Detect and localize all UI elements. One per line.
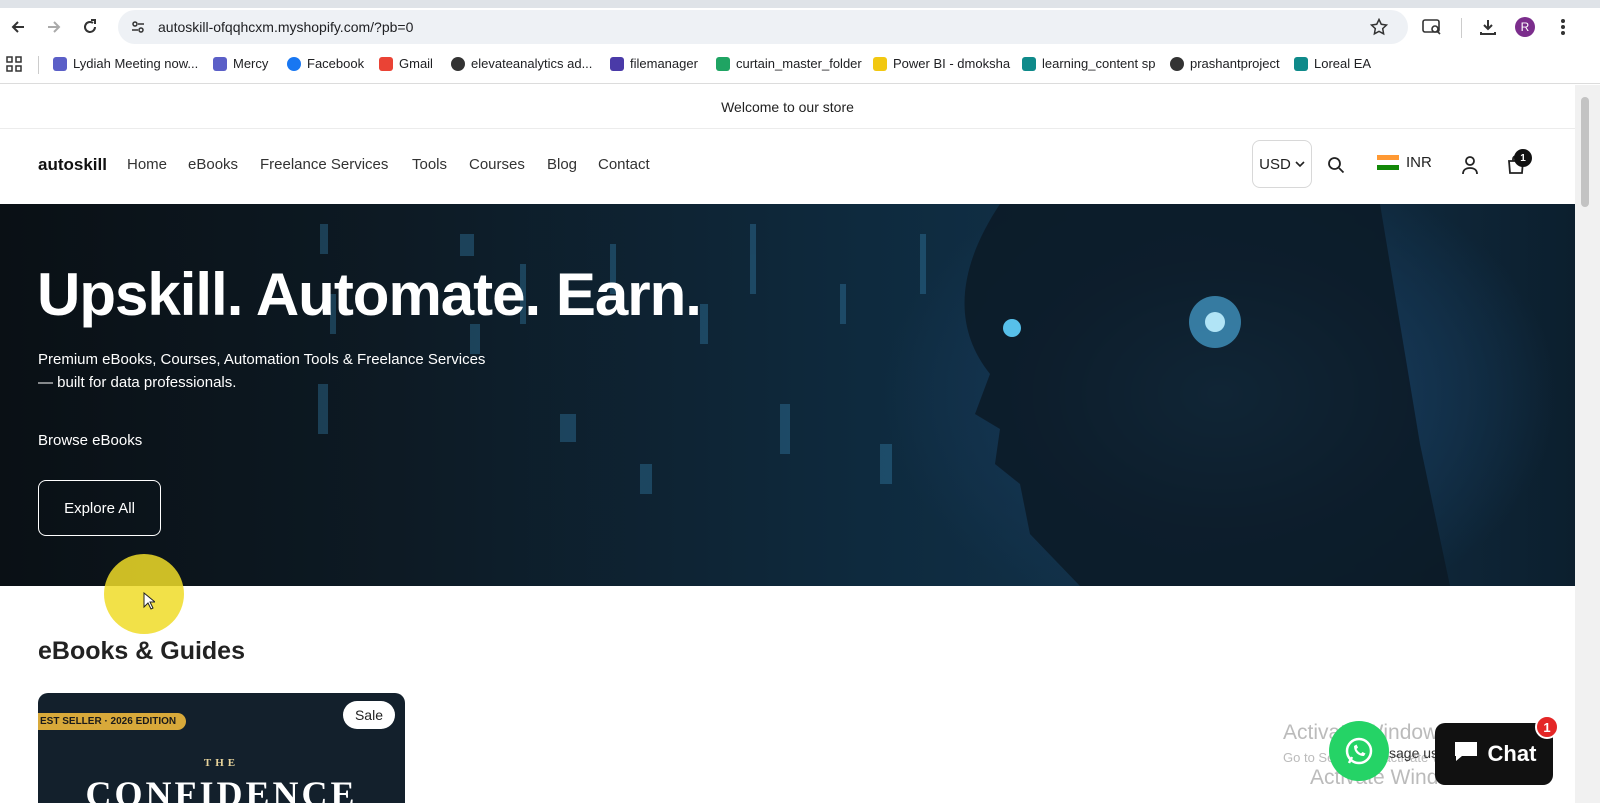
- browser-toolbar: autoskill-ofqqhcxm.myshopify.com/?pb=0 R: [0, 8, 1600, 46]
- bookmark-item[interactable]: Facebook: [287, 56, 364, 71]
- hero-banner: Upskill. Automate. Earn. Premium eBooks,…: [0, 204, 1575, 586]
- apps-grid-icon[interactable]: [6, 56, 22, 77]
- mouse-pointer-icon: [143, 592, 155, 610]
- currency-selector[interactable]: USD: [1252, 140, 1312, 188]
- site-info-icon[interactable]: [130, 19, 146, 40]
- country-selector[interactable]: INR: [1377, 154, 1432, 171]
- teams-icon: [213, 56, 227, 71]
- product-ribbon: EST SELLER · 2026 EDITION: [38, 713, 187, 730]
- power-bi-icon: [873, 56, 887, 71]
- country-currency: INR: [1406, 154, 1432, 171]
- bookmark-item[interactable]: Power BI - dmoksha: [873, 56, 1010, 71]
- explore-all-button[interactable]: Explore All: [38, 480, 161, 536]
- page-scrollbar[interactable]: [1575, 85, 1600, 803]
- sale-badge: Sale: [342, 701, 395, 729]
- google-lens-icon[interactable]: [1421, 16, 1443, 38]
- bookmarks-bar: Lydiah Meeting now... Mercy Facebook Gma…: [0, 46, 1600, 84]
- bookmark-label: Loreal EA: [1314, 56, 1372, 71]
- bookmark-item[interactable]: prashantproject: [1170, 56, 1280, 71]
- more-menu-icon[interactable]: [1552, 16, 1574, 38]
- currency-value: USD: [1259, 155, 1291, 173]
- search-icon[interactable]: [1325, 154, 1347, 176]
- whatsapp-button[interactable]: [1329, 721, 1389, 781]
- nav-freelance-services[interactable]: Freelance Services: [260, 156, 388, 173]
- download-icon[interactable]: [1477, 16, 1499, 38]
- message-us-text: ssage us: [1382, 745, 1439, 761]
- facebook-icon: [287, 56, 301, 71]
- forward-icon[interactable]: [43, 16, 65, 38]
- bookmark-item[interactable]: learning_content sp: [1022, 56, 1155, 71]
- cover-title: CONFIDENCE: [85, 774, 358, 803]
- whatsapp-icon: [1345, 737, 1373, 765]
- india-flag-icon: [1377, 155, 1399, 170]
- account-icon[interactable]: [1459, 154, 1481, 176]
- hero-title: Upskill. Automate. Earn.: [37, 261, 702, 328]
- bookmark-label: filemanager: [630, 56, 698, 71]
- bookmark-label: prashantproject: [1190, 56, 1280, 71]
- sharepoint-icon: [1022, 56, 1036, 71]
- nav-tools[interactable]: Tools: [412, 156, 447, 173]
- browse-ebooks-link[interactable]: Browse eBooks: [38, 432, 142, 449]
- nav-blog[interactable]: Blog: [547, 156, 577, 173]
- nav-ebooks[interactable]: eBooks: [188, 156, 238, 173]
- bookmark-label: Gmail: [399, 56, 433, 71]
- bookmark-item[interactable]: Gmail: [379, 56, 433, 71]
- profile-initial: R: [1515, 17, 1535, 37]
- hero-subtitle-line: — built for data professionals.: [38, 374, 237, 391]
- bookmark-item[interactable]: Loreal EA: [1294, 56, 1371, 71]
- chat-label: Chat: [1487, 741, 1537, 766]
- chat-notification-badge: 1: [1535, 715, 1559, 739]
- bookmark-item[interactable]: curtain_master_folder: [716, 56, 862, 71]
- url-text: autoskill-ofqqhcxm.myshopify.com/?pb=0: [158, 19, 414, 35]
- bookmarks-divider: [38, 56, 39, 74]
- store-header: autoskill Home eBooks Freelance Services…: [0, 130, 1575, 204]
- toolbar-divider: [1461, 18, 1462, 38]
- section-title: eBooks & Guides: [38, 637, 245, 665]
- chevron-down-icon: [1295, 156, 1305, 173]
- teams-icon: [53, 56, 67, 71]
- bookmark-label: Lydiah Meeting now...: [73, 56, 199, 71]
- globe-icon: [451, 56, 465, 71]
- hero-subtitle-line: Premium eBooks, Courses, Automation Tool…: [38, 351, 486, 368]
- filemanager-icon: [610, 56, 624, 71]
- product-card[interactable]: EST SELLER · 2026 EDITION Sale THE CONFI…: [38, 693, 405, 803]
- bookmark-label: curtain_master_folder: [736, 56, 862, 71]
- bookmark-item[interactable]: Lydiah Meeting now...: [53, 56, 198, 71]
- chat-bubble-icon: [1452, 739, 1480, 769]
- scrollbar-thumb[interactable]: [1581, 97, 1589, 207]
- globe-icon: [1170, 56, 1184, 71]
- reload-icon[interactable]: [79, 16, 101, 38]
- bookmark-label: elevateanalytics ad...: [471, 56, 593, 71]
- gmail-icon: [379, 56, 393, 71]
- bookmark-label: learning_content sp: [1042, 56, 1156, 71]
- store-logo[interactable]: autoskill: [38, 155, 107, 175]
- nav-home[interactable]: Home: [127, 156, 167, 173]
- cart-count-badge: 1: [1514, 149, 1532, 167]
- cover-subtitle: THE: [203, 757, 240, 769]
- bookmark-label: Facebook: [307, 56, 365, 71]
- nav-contact[interactable]: Contact: [598, 156, 650, 173]
- bookmark-label: Mercy: [233, 56, 269, 71]
- address-bar[interactable]: autoskill-ofqqhcxm.myshopify.com/?pb=0: [118, 10, 1408, 44]
- sharepoint-icon: [1294, 56, 1308, 71]
- hero-subtitle: Premium eBooks, Courses, Automation Tool…: [38, 348, 518, 394]
- nav-courses[interactable]: Courses: [469, 156, 525, 173]
- bookmark-item[interactable]: filemanager: [610, 56, 698, 71]
- profile-avatar[interactable]: R: [1514, 16, 1536, 38]
- google-drive-icon: [716, 56, 730, 71]
- browser-tab-strip: [0, 0, 1600, 8]
- bookmark-item[interactable]: Mercy: [213, 56, 268, 71]
- announcement-bar: Welcome to our store: [0, 85, 1575, 129]
- bookmark-item[interactable]: elevateanalytics ad...: [451, 56, 592, 71]
- bookmark-label: Power BI - dmoksha: [893, 56, 1011, 71]
- bookmark-star-icon[interactable]: [1369, 17, 1389, 41]
- back-icon[interactable]: [7, 16, 29, 38]
- announcement-text: Welcome to our store: [721, 98, 854, 115]
